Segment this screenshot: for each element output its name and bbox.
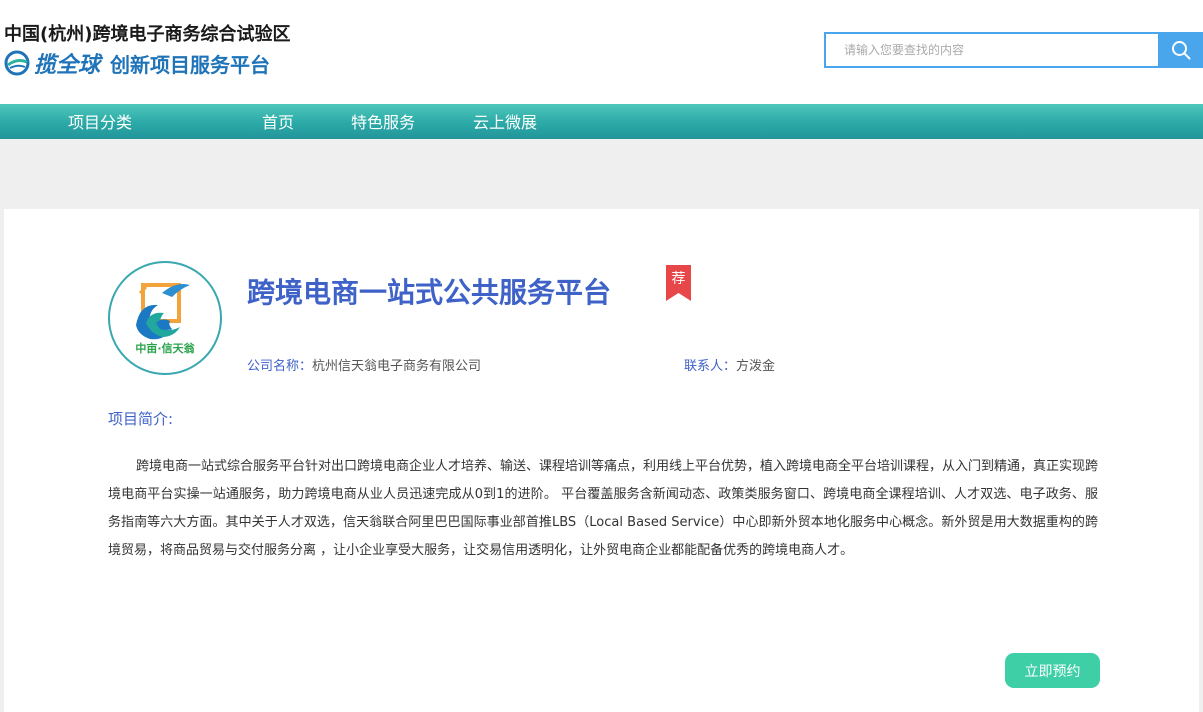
project-card: 中亩·信天翁 跨境电商一站式公共服务平台 荐 公司名称：杭州信天翁电子商务有限公… <box>4 209 1199 712</box>
contact-value: 方泼金 <box>736 359 776 374</box>
nav-cloud-expo[interactable]: 云上微展 <box>473 104 537 139</box>
intro-title: 项目简介: <box>108 410 174 428</box>
contact-row: 联系人：方泼金 <box>684 355 775 374</box>
company-logo: 中亩·信天翁 <box>108 261 222 375</box>
company-name-value: 杭州信天翁电子商务有限公司 <box>312 359 482 374</box>
contact-label: 联系人： <box>684 359 737 374</box>
albatross-logo-icon: 中亩·信天翁 <box>135 283 196 355</box>
nav-special-services[interactable]: 特色服务 <box>351 104 415 139</box>
logo-brand: 揽全球 <box>34 53 101 78</box>
search-input[interactable] <box>826 34 1158 66</box>
nav-home[interactable]: 首页 <box>262 104 294 139</box>
company-name-label: 公司名称： <box>247 359 313 374</box>
globe-logo-icon <box>4 50 30 76</box>
logo-subtitle: 创新项目服务平台 <box>110 52 271 77</box>
recommended-badge: 荐 <box>666 265 691 301</box>
site-header: 中国(杭州)跨境电子商务综合试验区 揽全球 创新项目服务平台 <box>0 0 1203 104</box>
site-logo[interactable]: 揽全球 创新项目服务平台 <box>4 48 270 78</box>
book-now-button[interactable]: 立即预约 <box>1005 653 1100 688</box>
company-name-row: 公司名称：杭州信天翁电子商务有限公司 <box>247 355 481 374</box>
search-button[interactable] <box>1158 32 1203 68</box>
badge-label: 荐 <box>671 271 686 287</box>
project-title: 跨境电商一站式公共服务平台 <box>247 276 612 309</box>
nav-project-category[interactable]: 项目分类 <box>68 104 132 139</box>
search-box <box>824 32 1160 68</box>
intro-body: 跨境电商一站式综合服务平台针对出口跨境电商企业人才培养、输送、课程培训等痛点，利… <box>108 459 1099 558</box>
search-icon <box>1171 41 1190 60</box>
company-logo-text: 中亩·信天翁 <box>135 341 195 355</box>
main-nav: 项目分类 首页 特色服务 云上微展 <box>0 104 1203 139</box>
logo-title: 中国(杭州)跨境电子商务综合试验区 <box>4 24 291 45</box>
